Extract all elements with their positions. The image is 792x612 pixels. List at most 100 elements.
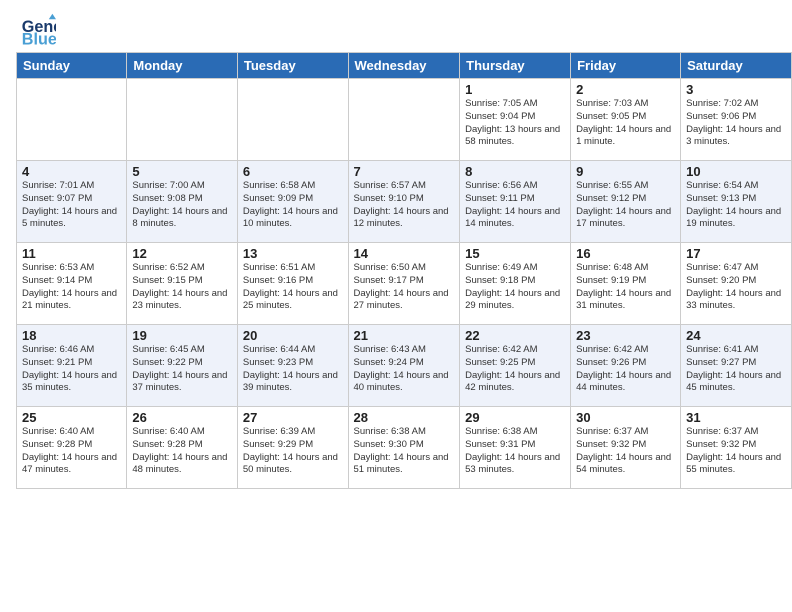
day-info: Sunrise: 6:40 AM Sunset: 9:28 PM Dayligh… bbox=[22, 426, 121, 477]
week-row-3: 11Sunrise: 6:53 AM Sunset: 9:14 PM Dayli… bbox=[17, 243, 792, 325]
day-info: Sunrise: 7:03 AM Sunset: 9:05 PM Dayligh… bbox=[576, 98, 675, 149]
calendar-cell: 22Sunrise: 6:42 AM Sunset: 9:25 PM Dayli… bbox=[460, 325, 571, 407]
calendar-cell: 28Sunrise: 6:38 AM Sunset: 9:30 PM Dayli… bbox=[348, 407, 460, 489]
weekday-header-wednesday: Wednesday bbox=[348, 53, 460, 79]
weekday-header-row: SundayMondayTuesdayWednesdayThursdayFrid… bbox=[17, 53, 792, 79]
svg-text:Blue: Blue bbox=[22, 30, 56, 48]
calendar-cell: 18Sunrise: 6:46 AM Sunset: 9:21 PM Dayli… bbox=[17, 325, 127, 407]
day-number: 27 bbox=[243, 410, 343, 425]
day-number: 2 bbox=[576, 82, 675, 97]
day-info: Sunrise: 6:37 AM Sunset: 9:32 PM Dayligh… bbox=[576, 426, 675, 477]
calendar-cell: 1Sunrise: 7:05 AM Sunset: 9:04 PM Daylig… bbox=[460, 79, 571, 161]
day-info: Sunrise: 7:00 AM Sunset: 9:08 PM Dayligh… bbox=[132, 180, 232, 231]
day-info: Sunrise: 7:01 AM Sunset: 9:07 PM Dayligh… bbox=[22, 180, 121, 231]
day-number: 5 bbox=[132, 164, 232, 179]
day-number: 9 bbox=[576, 164, 675, 179]
calendar-cell bbox=[127, 79, 238, 161]
header: General Blue bbox=[0, 0, 792, 52]
weekday-header-tuesday: Tuesday bbox=[237, 53, 348, 79]
day-number: 16 bbox=[576, 246, 675, 261]
day-info: Sunrise: 6:56 AM Sunset: 9:11 PM Dayligh… bbox=[465, 180, 565, 231]
calendar-cell: 31Sunrise: 6:37 AM Sunset: 9:32 PM Dayli… bbox=[681, 407, 792, 489]
day-info: Sunrise: 6:42 AM Sunset: 9:26 PM Dayligh… bbox=[576, 344, 675, 395]
calendar-cell: 23Sunrise: 6:42 AM Sunset: 9:26 PM Dayli… bbox=[571, 325, 681, 407]
calendar-cell: 30Sunrise: 6:37 AM Sunset: 9:32 PM Dayli… bbox=[571, 407, 681, 489]
day-info: Sunrise: 6:55 AM Sunset: 9:12 PM Dayligh… bbox=[576, 180, 675, 231]
day-info: Sunrise: 6:45 AM Sunset: 9:22 PM Dayligh… bbox=[132, 344, 232, 395]
calendar-cell: 3Sunrise: 7:02 AM Sunset: 9:06 PM Daylig… bbox=[681, 79, 792, 161]
day-number: 3 bbox=[686, 82, 786, 97]
day-number: 31 bbox=[686, 410, 786, 425]
day-info: Sunrise: 6:48 AM Sunset: 9:19 PM Dayligh… bbox=[576, 262, 675, 313]
week-row-4: 18Sunrise: 6:46 AM Sunset: 9:21 PM Dayli… bbox=[17, 325, 792, 407]
weekday-header-monday: Monday bbox=[127, 53, 238, 79]
calendar-cell: 4Sunrise: 7:01 AM Sunset: 9:07 PM Daylig… bbox=[17, 161, 127, 243]
day-info: Sunrise: 6:52 AM Sunset: 9:15 PM Dayligh… bbox=[132, 262, 232, 313]
calendar-wrapper: SundayMondayTuesdayWednesdayThursdayFrid… bbox=[0, 52, 792, 495]
day-number: 7 bbox=[354, 164, 455, 179]
day-info: Sunrise: 6:41 AM Sunset: 9:27 PM Dayligh… bbox=[686, 344, 786, 395]
day-info: Sunrise: 6:39 AM Sunset: 9:29 PM Dayligh… bbox=[243, 426, 343, 477]
calendar-cell bbox=[237, 79, 348, 161]
calendar-cell: 26Sunrise: 6:40 AM Sunset: 9:28 PM Dayli… bbox=[127, 407, 238, 489]
day-number: 18 bbox=[22, 328, 121, 343]
calendar-cell: 13Sunrise: 6:51 AM Sunset: 9:16 PM Dayli… bbox=[237, 243, 348, 325]
day-info: Sunrise: 6:40 AM Sunset: 9:28 PM Dayligh… bbox=[132, 426, 232, 477]
day-number: 25 bbox=[22, 410, 121, 425]
day-info: Sunrise: 6:42 AM Sunset: 9:25 PM Dayligh… bbox=[465, 344, 565, 395]
calendar-cell: 19Sunrise: 6:45 AM Sunset: 9:22 PM Dayli… bbox=[127, 325, 238, 407]
day-number: 13 bbox=[243, 246, 343, 261]
logo: General Blue bbox=[20, 12, 56, 48]
day-info: Sunrise: 6:49 AM Sunset: 9:18 PM Dayligh… bbox=[465, 262, 565, 313]
day-number: 12 bbox=[132, 246, 232, 261]
calendar-cell: 10Sunrise: 6:54 AM Sunset: 9:13 PM Dayli… bbox=[681, 161, 792, 243]
day-info: Sunrise: 6:38 AM Sunset: 9:31 PM Dayligh… bbox=[465, 426, 565, 477]
calendar-cell: 8Sunrise: 6:56 AM Sunset: 9:11 PM Daylig… bbox=[460, 161, 571, 243]
calendar-cell: 7Sunrise: 6:57 AM Sunset: 9:10 PM Daylig… bbox=[348, 161, 460, 243]
calendar-cell: 6Sunrise: 6:58 AM Sunset: 9:09 PM Daylig… bbox=[237, 161, 348, 243]
day-number: 6 bbox=[243, 164, 343, 179]
day-info: Sunrise: 7:05 AM Sunset: 9:04 PM Dayligh… bbox=[465, 98, 565, 149]
day-info: Sunrise: 6:38 AM Sunset: 9:30 PM Dayligh… bbox=[354, 426, 455, 477]
day-number: 15 bbox=[465, 246, 565, 261]
day-number: 26 bbox=[132, 410, 232, 425]
calendar-cell: 29Sunrise: 6:38 AM Sunset: 9:31 PM Dayli… bbox=[460, 407, 571, 489]
calendar-cell: 15Sunrise: 6:49 AM Sunset: 9:18 PM Dayli… bbox=[460, 243, 571, 325]
day-number: 1 bbox=[465, 82, 565, 97]
weekday-header-thursday: Thursday bbox=[460, 53, 571, 79]
day-number: 22 bbox=[465, 328, 565, 343]
weekday-header-sunday: Sunday bbox=[17, 53, 127, 79]
day-number: 30 bbox=[576, 410, 675, 425]
day-number: 8 bbox=[465, 164, 565, 179]
week-row-5: 25Sunrise: 6:40 AM Sunset: 9:28 PM Dayli… bbox=[17, 407, 792, 489]
day-info: Sunrise: 6:46 AM Sunset: 9:21 PM Dayligh… bbox=[22, 344, 121, 395]
calendar-cell: 20Sunrise: 6:44 AM Sunset: 9:23 PM Dayli… bbox=[237, 325, 348, 407]
day-number: 29 bbox=[465, 410, 565, 425]
day-info: Sunrise: 6:37 AM Sunset: 9:32 PM Dayligh… bbox=[686, 426, 786, 477]
day-info: Sunrise: 6:53 AM Sunset: 9:14 PM Dayligh… bbox=[22, 262, 121, 313]
day-number: 24 bbox=[686, 328, 786, 343]
logo-icon: General Blue bbox=[20, 12, 56, 48]
weekday-header-friday: Friday bbox=[571, 53, 681, 79]
day-info: Sunrise: 6:44 AM Sunset: 9:23 PM Dayligh… bbox=[243, 344, 343, 395]
calendar-cell bbox=[17, 79, 127, 161]
calendar-cell: 17Sunrise: 6:47 AM Sunset: 9:20 PM Dayli… bbox=[681, 243, 792, 325]
day-info: Sunrise: 6:54 AM Sunset: 9:13 PM Dayligh… bbox=[686, 180, 786, 231]
day-number: 10 bbox=[686, 164, 786, 179]
day-number: 19 bbox=[132, 328, 232, 343]
calendar-table: SundayMondayTuesdayWednesdayThursdayFrid… bbox=[16, 52, 792, 489]
calendar-cell: 9Sunrise: 6:55 AM Sunset: 9:12 PM Daylig… bbox=[571, 161, 681, 243]
calendar-cell: 5Sunrise: 7:00 AM Sunset: 9:08 PM Daylig… bbox=[127, 161, 238, 243]
weekday-header-saturday: Saturday bbox=[681, 53, 792, 79]
day-number: 20 bbox=[243, 328, 343, 343]
day-info: Sunrise: 6:47 AM Sunset: 9:20 PM Dayligh… bbox=[686, 262, 786, 313]
calendar-cell: 14Sunrise: 6:50 AM Sunset: 9:17 PM Dayli… bbox=[348, 243, 460, 325]
day-info: Sunrise: 7:02 AM Sunset: 9:06 PM Dayligh… bbox=[686, 98, 786, 149]
day-info: Sunrise: 6:57 AM Sunset: 9:10 PM Dayligh… bbox=[354, 180, 455, 231]
calendar-cell: 25Sunrise: 6:40 AM Sunset: 9:28 PM Dayli… bbox=[17, 407, 127, 489]
calendar-cell: 27Sunrise: 6:39 AM Sunset: 9:29 PM Dayli… bbox=[237, 407, 348, 489]
calendar-cell: 24Sunrise: 6:41 AM Sunset: 9:27 PM Dayli… bbox=[681, 325, 792, 407]
calendar-cell: 2Sunrise: 7:03 AM Sunset: 9:05 PM Daylig… bbox=[571, 79, 681, 161]
day-number: 11 bbox=[22, 246, 121, 261]
day-number: 14 bbox=[354, 246, 455, 261]
